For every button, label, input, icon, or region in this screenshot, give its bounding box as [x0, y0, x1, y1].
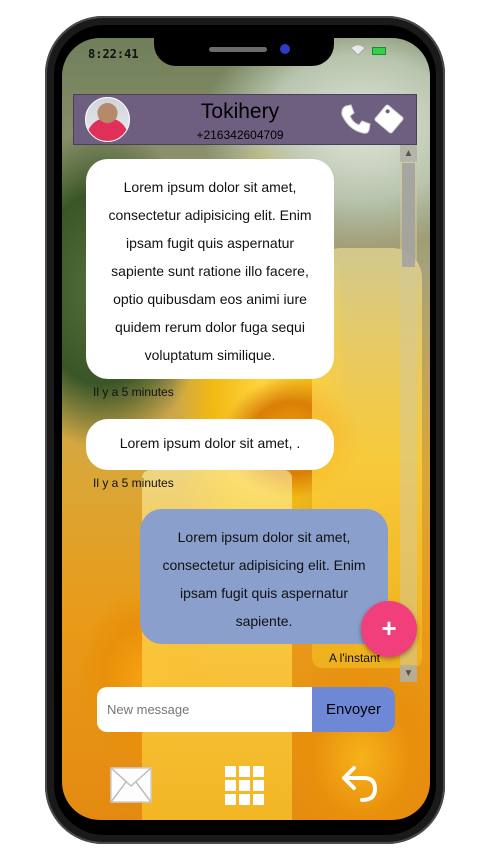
message-timestamp: A l'instant: [329, 651, 380, 665]
contact-phone: +216342604709: [196, 128, 284, 142]
grid-icon[interactable]: [224, 765, 266, 807]
message-timestamp: Il y a 5 minutes: [93, 476, 174, 490]
battery-icon: [372, 47, 386, 55]
status-time: 8:22:41: [88, 47, 139, 61]
add-button[interactable]: +: [361, 601, 417, 657]
scroll-thumb[interactable]: [402, 163, 415, 267]
camera-icon: [280, 44, 290, 54]
tag-icon[interactable]: [370, 100, 408, 138]
message-bubble-incoming: Lorem ipsum dolor sit amet, consectetur …: [86, 159, 334, 379]
message-bubble-incoming: Lorem ipsum dolor sit amet, .: [86, 419, 334, 470]
contact-name: Tokihery: [200, 100, 280, 123]
chat-scrollbar[interactable]: ▲ ▼: [400, 145, 417, 682]
message-input[interactable]: [97, 687, 312, 732]
mail-icon[interactable]: [110, 766, 152, 804]
speaker: [209, 47, 267, 52]
wifi-icon: [350, 44, 366, 56]
scroll-up-arrow-icon[interactable]: ▲: [400, 145, 417, 162]
phone-icon[interactable]: [337, 101, 373, 137]
scroll-down-arrow-icon[interactable]: ▼: [400, 665, 417, 682]
back-arrow-icon[interactable]: [340, 762, 380, 804]
send-button[interactable]: Envoyer: [312, 687, 395, 732]
avatar[interactable]: [85, 97, 130, 142]
message-bubble-outgoing: Lorem ipsum dolor sit amet, consectetur …: [140, 509, 388, 644]
notch: [154, 38, 334, 66]
message-timestamp: Il y a 5 minutes: [93, 385, 174, 399]
